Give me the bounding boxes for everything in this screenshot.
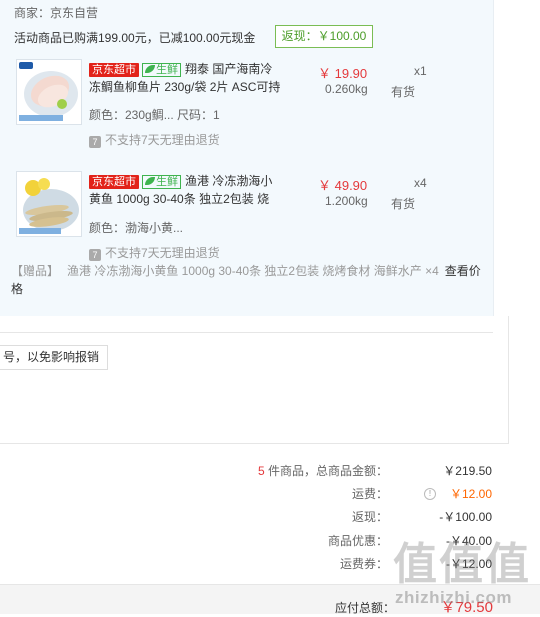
site-watermark-logo: 值值值 <box>393 540 531 589</box>
no-return-notice: 7 不支持7天无理由退货 <box>89 131 220 148</box>
product-quantity: x4 <box>414 176 427 190</box>
panel-border-bottom <box>0 443 508 444</box>
product-title[interactable]: 京东超市 生鲜 渔港 冷冻渤海小黄鱼 1000g 30-40条 独立2包装 烧 <box>89 172 281 208</box>
product-image-yellow-croaker[interactable] <box>16 171 82 237</box>
summary-total-goods-label: 5 件商品，总商品金额： <box>257 464 388 478</box>
fresh-badge: 生鲜 <box>142 63 181 77</box>
gift-row: 【赠品】 渔港 冷冻渤海小黄鱼 1000g 30-40条 独立2包装 烧烤食材 海… <box>11 262 481 298</box>
no-return-icon: 7 <box>89 249 101 261</box>
jd-supermarket-badge: 京东超市 <box>89 175 139 189</box>
fresh-badge: 生鲜 <box>142 175 181 189</box>
site-watermark-url: zhizhizhi.com <box>395 588 512 607</box>
product-weight: 1.200kg <box>325 194 368 208</box>
info-icon[interactable]: ! <box>424 488 436 500</box>
panel-border <box>508 316 509 444</box>
list-item: 京东超市 生鲜 翔泰 国产海南冷冻鲷鱼柳鱼片 230g/袋 2片 ASC可持 ￥ 1… <box>0 56 493 156</box>
product-title[interactable]: 京东超市 生鲜 翔泰 国产海南冷冻鲷鱼柳鱼片 230g/袋 2片 ASC可持 <box>89 60 281 96</box>
jd-supermarket-badge: 京东超市 <box>89 63 139 77</box>
product-attributes: 颜色：渤海小黄... <box>89 221 184 235</box>
summary-shipping: 运费： ! ￥12.00 <box>240 485 492 503</box>
summary-total-goods: 5 件商品，总商品金额： ￥219.50 <box>240 462 492 480</box>
shipping-value: ￥12.00 <box>449 487 492 501</box>
order-item-section: 商家：京东自营 活动商品已购满199.00元，已减100.00元现金 返现：￥1… <box>0 0 494 316</box>
cashback-value: -￥100.00 <box>439 510 492 524</box>
product-attributes: 颜色：230g鲷... 尺码：1 <box>89 108 220 122</box>
leaf-icon <box>145 65 155 73</box>
section-divider <box>0 332 493 333</box>
leaf-icon <box>145 177 155 185</box>
product-price: ￥ 19.90 <box>318 66 368 81</box>
promo-description: 活动商品已购满199.00元，已减100.00元现金 <box>14 31 256 45</box>
payable-label: 应付总额： <box>335 601 396 615</box>
summary-cashback: 返现： -￥100.00 <box>240 508 492 526</box>
item-count: 5 <box>257 464 265 478</box>
stock-status: 有货 <box>391 85 416 99</box>
shipping-coupon-label: 运费券： <box>339 557 388 571</box>
gift-name[interactable]: 渔港 冷冻渤海小黄鱼 1000g 30-40条 独立2包装 烧烤食材 海鲜水产 … <box>67 264 439 278</box>
list-item: 京东超市 生鲜 渔港 冷冻渤海小黄鱼 1000g 30-40条 独立2包装 烧 ￥ … <box>0 168 493 261</box>
product-price: ￥ 49.90 <box>318 178 368 193</box>
product-quantity: x1 <box>414 64 427 78</box>
merchant-name: 商家：京东自营 <box>14 6 99 20</box>
discount-label: 商品优惠： <box>327 534 388 548</box>
product-weight: 0.260kg <box>325 82 368 96</box>
stock-status: 有货 <box>391 197 416 211</box>
cashback-label: 返现： <box>351 510 388 524</box>
no-return-icon: 7 <box>89 136 101 148</box>
no-return-notice: 7 不支持7天无理由退货 <box>89 244 220 261</box>
gift-tag: 【赠品】 <box>11 264 60 278</box>
product-image-fish-fillet[interactable] <box>16 59 82 125</box>
cashback-tag: 返现：￥100.00 <box>275 25 373 48</box>
summary-total-goods-value: ￥219.50 <box>443 464 492 478</box>
invoice-tip: 号，以免影响报销 <box>0 345 109 370</box>
shipping-label: 运费： <box>351 487 388 501</box>
